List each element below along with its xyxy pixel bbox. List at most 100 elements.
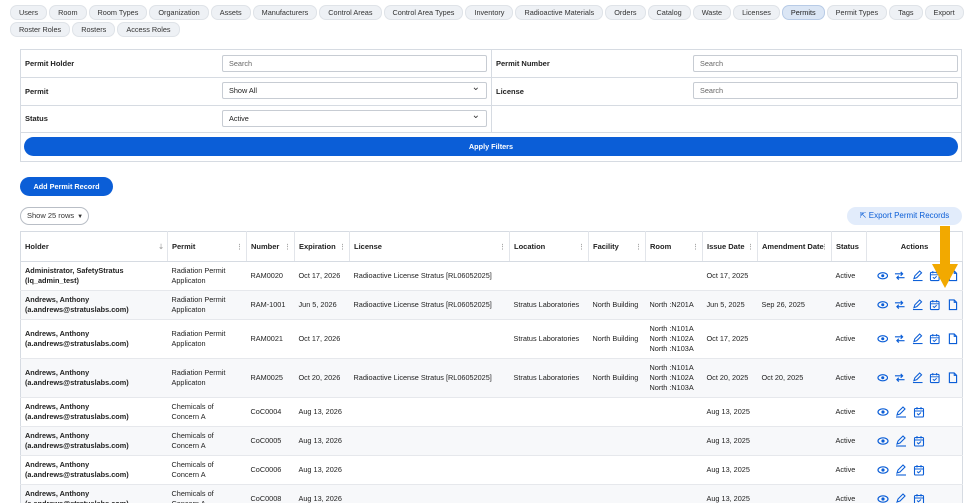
column-header-facility[interactable]: Facility ⋮ [588, 231, 646, 262]
add-permit-record-button[interactable]: Add Permit Record [20, 177, 113, 196]
column-menu-icon[interactable]: ⋮ [578, 243, 585, 253]
column-menu-icon[interactable]: ⋮ [635, 243, 642, 253]
tab-control-area-types[interactable]: Control Area Types [383, 5, 464, 20]
edit-icon[interactable] [912, 372, 924, 384]
calendar-icon[interactable] [913, 493, 925, 503]
tab-control-areas[interactable]: Control Areas [319, 5, 382, 20]
tab-organization[interactable]: Organization [149, 5, 209, 20]
table-row[interactable]: Andrews, Anthony (a.andrews@stratuslabs.… [20, 397, 963, 427]
tab-catalog[interactable]: Catalog [647, 5, 691, 20]
permit-number-input[interactable]: Search [693, 55, 958, 72]
tab-tags[interactable]: Tags [889, 5, 923, 20]
document-icon[interactable] [947, 299, 959, 311]
view-icon[interactable] [876, 299, 889, 311]
column-header-holder[interactable]: Holder ⇣ [20, 231, 168, 262]
column-menu-icon[interactable]: ⋮ [339, 243, 346, 253]
transfer-icon[interactable] [894, 333, 906, 345]
edit-icon[interactable] [912, 333, 924, 345]
view-icon[interactable] [876, 270, 889, 282]
tab-assets[interactable]: Assets [210, 5, 251, 20]
column-menu-icon[interactable]: ⋮ [236, 243, 243, 253]
transfer-icon[interactable] [894, 270, 906, 282]
table-row[interactable]: Andrews, Anthony (a.andrews@stratuslabs.… [20, 319, 963, 359]
column-header-status[interactable]: Status [831, 231, 867, 262]
column-header-license[interactable]: License ⋮ [349, 231, 510, 262]
view-icon[interactable] [876, 372, 889, 384]
column-header-expiration[interactable]: Expiration ⋮ [294, 231, 350, 262]
column-menu-icon[interactable]: ⋮ [499, 243, 506, 253]
edit-icon[interactable] [895, 406, 907, 418]
tab-inventory[interactable]: Inventory [465, 5, 514, 20]
view-icon[interactable] [876, 493, 889, 503]
table-row[interactable]: Andrews, Anthony (a.andrews@stratuslabs.… [20, 358, 963, 398]
apply-filters-button[interactable]: Apply Filters [24, 137, 958, 156]
document-icon[interactable] [947, 333, 959, 345]
column-header-number[interactable]: Number ⋮ [246, 231, 295, 262]
edit-icon[interactable] [895, 493, 907, 503]
table-row[interactable]: Andrews, Anthony (a.andrews@stratuslabs.… [20, 484, 963, 503]
permit-select[interactable]: Show All [222, 80, 487, 99]
column-header-label: Status [836, 241, 859, 251]
cell-permit: Chemicals of Concern A [167, 484, 247, 503]
column-header-room[interactable]: Room ⋮ [645, 231, 703, 262]
tab-radioactive-materials[interactable]: Radioactive Materials [515, 5, 604, 20]
tab-waste[interactable]: Waste [692, 5, 732, 20]
tab-rosters[interactable]: Rosters [72, 22, 116, 37]
tab-licenses[interactable]: Licenses [733, 5, 780, 20]
calendar-icon[interactable] [913, 406, 925, 418]
table-row[interactable]: Andrews, Anthony (a.andrews@stratuslabs.… [20, 426, 963, 456]
column-menu-icon[interactable]: ⋮ [692, 243, 699, 253]
view-icon[interactable] [876, 435, 889, 447]
calendar-icon[interactable] [929, 372, 941, 384]
tab-users[interactable]: Users [10, 5, 48, 20]
permit-holder-input[interactable]: Search [222, 55, 487, 72]
status-select[interactable]: Active [222, 108, 487, 127]
cell-amendment [757, 397, 832, 427]
tab-export[interactable]: Export [924, 5, 964, 20]
edit-icon[interactable] [895, 464, 907, 476]
tab-orders[interactable]: Orders [605, 5, 646, 20]
column-header-permit[interactable]: Permit ⋮ [167, 231, 247, 262]
transfer-icon[interactable] [894, 299, 906, 311]
view-icon[interactable] [876, 333, 889, 345]
tab-roster-roles[interactable]: Roster Roles [10, 22, 71, 37]
column-header-location[interactable]: Location ⋮ [509, 231, 589, 262]
cell-status: Active [831, 319, 867, 359]
export-permit-records-button[interactable]: ⇱ Export Permit Records [847, 207, 962, 225]
calendar-icon[interactable] [929, 333, 941, 345]
calendar-icon[interactable] [929, 299, 941, 311]
transfer-icon[interactable] [894, 372, 906, 384]
column-menu-icon[interactable]: ⋮ [747, 243, 754, 253]
view-icon[interactable] [876, 464, 889, 476]
license-input[interactable]: Search [693, 82, 958, 99]
cell-license: Radioactive License Stratus [RL06052025] [349, 358, 510, 398]
column-header-issue-date[interactable]: Issue Date ⋮ [702, 231, 758, 262]
rows-per-page-select[interactable]: Show 25 rows ▼ [20, 207, 89, 225]
cell-room [645, 261, 703, 291]
calendar-icon[interactable] [913, 435, 925, 447]
table-row[interactable]: Andrews, Anthony (a.andrews@stratuslabs.… [20, 455, 963, 485]
column-menu-icon[interactable]: ⋮ [284, 243, 291, 253]
edit-icon[interactable] [912, 270, 924, 282]
tab-permit-types[interactable]: Permit Types [826, 5, 888, 20]
tab-room[interactable]: Room [49, 5, 87, 20]
table-row[interactable]: Administrator, SafetyStratus (lq_admin_t… [20, 261, 963, 291]
status-label: Status [25, 114, 48, 123]
cell-status: Active [831, 358, 867, 398]
tab-permits[interactable]: Permits [781, 5, 825, 20]
column-header-amendment-date[interactable]: Amendment Date ⋮ [757, 231, 832, 262]
view-icon[interactable] [876, 406, 889, 418]
calendar-icon[interactable] [913, 464, 925, 476]
table-row[interactable]: Andrews, Anthony (a.andrews@stratuslabs.… [20, 290, 963, 320]
tab-manufacturers[interactable]: Manufacturers [252, 5, 318, 20]
edit-icon[interactable] [895, 435, 907, 447]
cell-actions [866, 358, 963, 398]
document-icon[interactable] [947, 372, 959, 384]
tab-room-types[interactable]: Room Types [88, 5, 148, 20]
column-menu-icon[interactable]: ⋮ [821, 243, 828, 253]
column-header-label: Number [251, 241, 280, 251]
cell-location [509, 426, 589, 456]
edit-icon[interactable] [912, 299, 924, 311]
tab-access-roles[interactable]: Access Roles [117, 22, 180, 37]
sort-icon[interactable]: ⇣ [158, 243, 164, 253]
